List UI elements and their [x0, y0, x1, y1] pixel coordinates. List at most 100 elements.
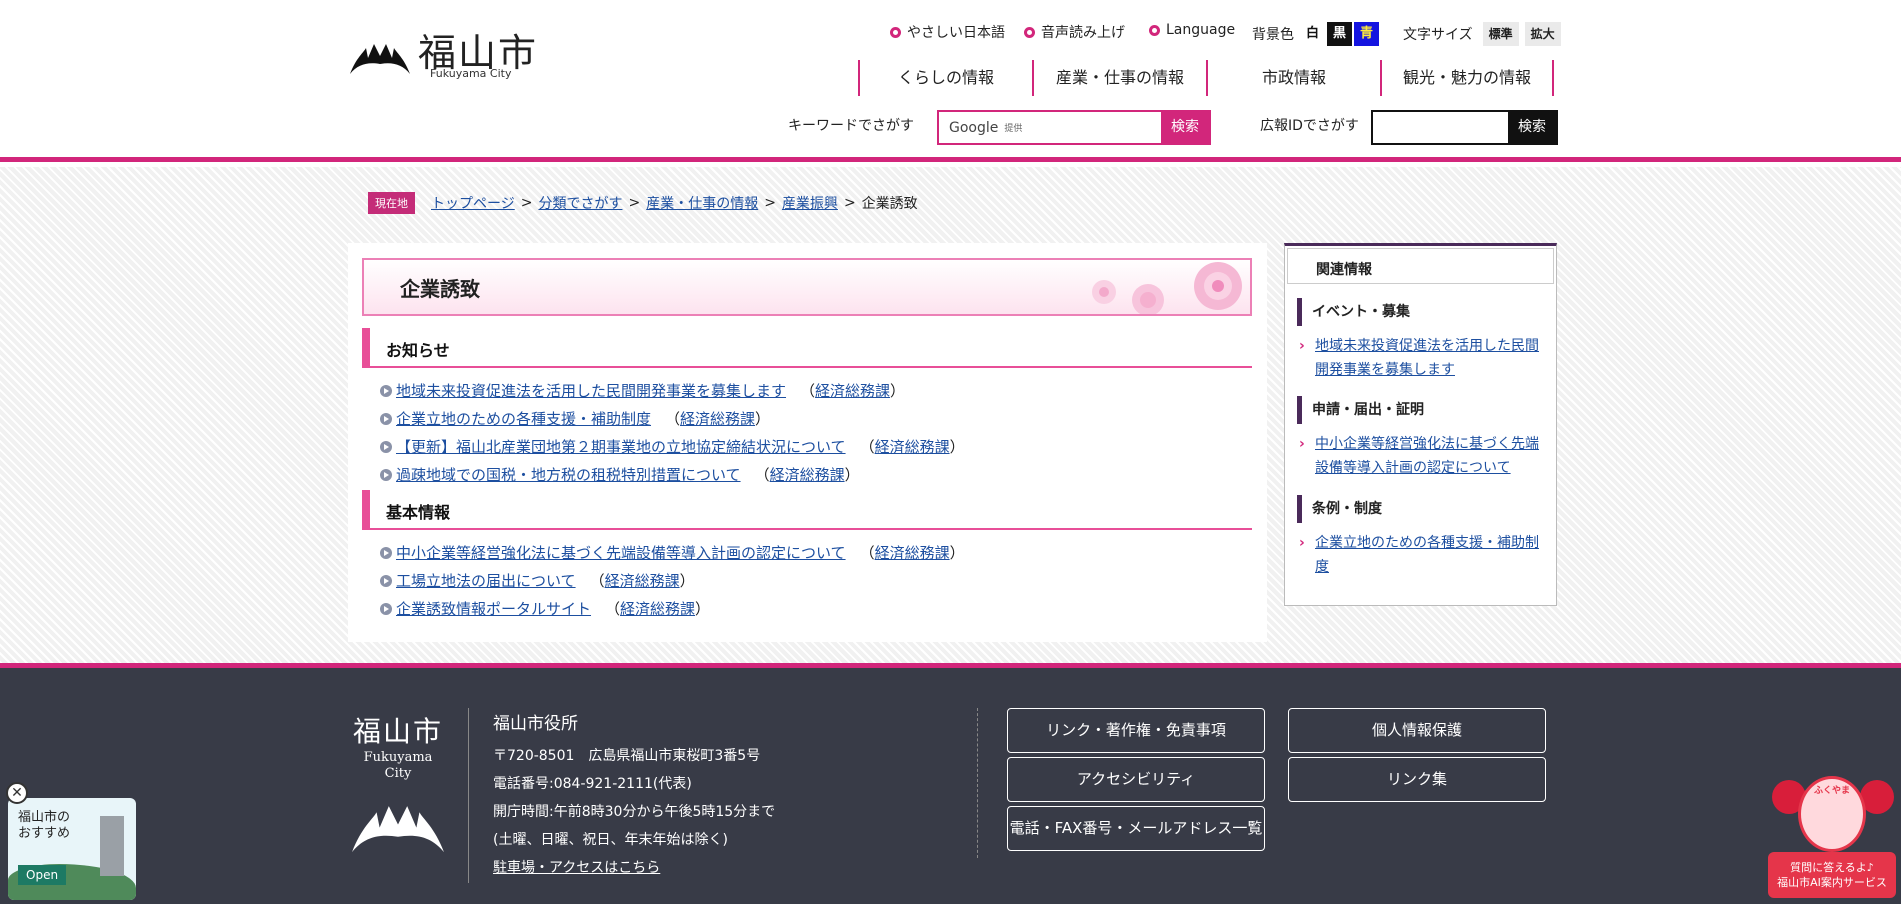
id-search-box: 検索 — [1371, 110, 1558, 145]
background-color-switcher: 背景色 白 黒 青 — [1252, 22, 1379, 46]
bg-white-button[interactable]: 白 — [1300, 22, 1325, 46]
arrow-bullet-icon — [380, 547, 392, 559]
nav-industry[interactable]: 産業・仕事の情報 — [1032, 60, 1206, 96]
news-link[interactable]: 企業立地のための各種支援・補助制度 — [396, 405, 651, 433]
footer-contact-info: 福山市役所 〒720-8501 広島県福山市東桜町3番5号 電話番号:084-9… — [493, 710, 775, 882]
language-link[interactable]: Language — [1149, 22, 1235, 38]
breadcrumb-separator: > — [843, 195, 856, 211]
footer-divider — [468, 708, 469, 883]
size-large-button[interactable]: 拡大 — [1524, 22, 1561, 46]
google-search-box: Google 提供 検索 — [937, 110, 1211, 145]
breadcrumb-link-industry[interactable]: 産業・仕事の情報 — [646, 193, 758, 213]
sidebar-link[interactable]: 中小企業等経営強化法に基づく先端設備等導入計画の認定について — [1299, 432, 1547, 480]
keyword-search-label: キーワードでさがす — [788, 118, 914, 134]
arrow-bullet-icon — [380, 441, 392, 453]
list-item: 過疎地域での国税・地方税の租税特別措置について （経済総務課） — [380, 461, 965, 489]
bg-black-button[interactable]: 黒 — [1327, 22, 1352, 46]
related-info-sidebar: 関連情報 イベント・募集 地域未来投資促進法を活用した民間開発事業を募集します … — [1284, 243, 1557, 606]
ai-guide-caption: 質問に答えるよ♪ 福山市AI案内サービス — [1768, 852, 1896, 898]
office-address: 〒720-8501 広島県福山市東桜町3番5号 — [493, 748, 761, 764]
arrow-bullet-icon — [380, 413, 392, 425]
ai-guide-widget[interactable]: ふくやま 質問に答えるよ♪ 福山市AI案内サービス — [1768, 770, 1896, 898]
rose-decoration-icon — [1092, 262, 1242, 314]
footer-link-copyright[interactable]: リンク・著作権・免責事項 — [1007, 708, 1265, 753]
recommend-open-button[interactable]: Open — [18, 865, 67, 885]
mascot-icon: ふくやま — [1798, 776, 1866, 852]
info-link[interactable]: 中小企業等経営強化法に基づく先端設備等導入計画の認定について — [396, 539, 846, 567]
list-item: 企業誘致情報ポータルサイト （経済総務課） — [380, 595, 965, 623]
office-phone: 電話番号:084-921-2111(代表) — [493, 776, 692, 792]
footer-link-contacts[interactable]: 電話・FAX番号・メールアドレス一覧 — [1007, 806, 1265, 851]
tower-image — [100, 816, 124, 876]
breadcrumb-tag: 現在地 — [368, 192, 415, 214]
footer-logo: 福山市 Fukuyama City — [348, 710, 448, 860]
breadcrumb-current: 企業誘致 — [861, 196, 918, 212]
list-item: 工場立地法の届出について （経済総務課） — [380, 567, 965, 595]
sidebar-heading: 関連情報 — [1287, 248, 1554, 284]
size-normal-button[interactable]: 標準 — [1482, 22, 1519, 46]
page-title-box: 企業誘致 — [362, 258, 1252, 316]
footer-dashed-divider — [977, 708, 978, 858]
section-heading-news: お知らせ — [362, 328, 1252, 368]
dept-link[interactable]: 経済総務課 — [620, 600, 695, 618]
site-footer: 福山市 Fukuyama City 福山市役所 〒720-8501 広島県福山市… — [0, 663, 1901, 904]
breadcrumb-link-promotion[interactable]: 産業振興 — [782, 193, 838, 213]
nav-tourism[interactable]: 観光・魅力の情報 — [1380, 60, 1554, 96]
dept-link[interactable]: 経済総務課 — [875, 438, 950, 456]
office-hours-note: (土曜、日曜、祝日、年末年始は除く) — [493, 832, 728, 848]
list-item: 企業立地のための各種支援・補助制度 （経済総務課） — [380, 405, 965, 433]
dept-link[interactable]: 経済総務課 — [815, 382, 890, 400]
arrow-bullet-icon — [380, 385, 392, 397]
main-area: 現在地 トップページ > 分類でさがす > 産業・仕事の情報 > 産業振興 > … — [0, 167, 1901, 663]
news-link[interactable]: 過疎地域での国税・地方税の租税特別措置について — [396, 461, 741, 489]
close-icon[interactable]: ✕ — [6, 782, 28, 804]
info-link[interactable]: 工場立地法の届出について — [396, 567, 576, 595]
news-link[interactable]: 【更新】福山北産業団地第２期事業地の立地協定締結状況について — [396, 433, 846, 461]
page-title: 企業誘致 — [400, 277, 480, 301]
news-list: 地域未来投資促進法を活用した民間開発事業を募集します （経済総務課） 企業立地のた… — [380, 377, 965, 489]
news-link[interactable]: 地域未来投資促進法を活用した民間開発事業を募集します — [396, 377, 786, 405]
info-link[interactable]: 企業誘致情報ポータルサイト — [396, 595, 591, 623]
nav-municipal[interactable]: 市政情報 — [1206, 60, 1380, 96]
access-link[interactable]: 駐車場・アクセスはこちら — [493, 860, 660, 876]
breadcrumb-separator: > — [520, 195, 533, 211]
dept-link[interactable]: 経済総務課 — [875, 544, 950, 562]
bg-blue-button[interactable]: 青 — [1354, 22, 1379, 46]
sidebar-link[interactable]: 地域未来投資促進法を活用した民間開発事業を募集します — [1299, 334, 1547, 382]
list-item: 【更新】福山北産業団地第２期事業地の立地協定締結状況について （経済総務課） — [380, 433, 965, 461]
arrow-bullet-icon — [380, 575, 392, 587]
breadcrumb: 現在地 トップページ > 分類でさがす > 産業・仕事の情報 > 産業振興 > … — [368, 192, 918, 214]
id-search-button[interactable]: 検索 — [1508, 112, 1556, 143]
breadcrumb-link-category[interactable]: 分類でさがす — [538, 193, 622, 213]
footer-link-privacy[interactable]: 個人情報保護 — [1288, 708, 1546, 753]
id-search-input[interactable] — [1373, 112, 1508, 143]
dept-link[interactable]: 経済総務課 — [770, 466, 845, 484]
sidebar-group-title: イベント・募集 — [1297, 298, 1410, 326]
google-search-button[interactable]: 検索 — [1161, 112, 1209, 143]
nav-living[interactable]: くらしの情報 — [858, 60, 1032, 96]
logo-subtext: Fukuyama City — [430, 67, 512, 80]
easy-japanese-link[interactable]: やさしい日本語 — [890, 22, 1005, 42]
breadcrumb-separator: > — [764, 195, 776, 211]
voice-reader-link[interactable]: 音声読み上げ — [1024, 22, 1125, 42]
recommend-widget[interactable]: 福山市の おすすめ Open — [8, 798, 136, 900]
footer-link-links[interactable]: リンク集 — [1288, 757, 1546, 802]
footer-link-accessibility[interactable]: アクセシビリティ — [1007, 757, 1265, 802]
office-hours: 開庁時間:午前8時30分から午後5時15分まで — [493, 804, 776, 820]
arrow-bullet-icon — [380, 603, 392, 615]
basic-info-list: 中小企業等経営強化法に基づく先端設備等導入計画の認定について （経済総務課） 工場… — [380, 539, 965, 623]
dept-link[interactable]: 経済総務課 — [680, 410, 755, 428]
fukuyama-bat-logo-icon[interactable] — [348, 34, 412, 76]
arrow-bullet-icon — [380, 469, 392, 481]
google-search-input[interactable]: Google 提供 — [939, 112, 1161, 143]
recommend-title: 福山市の おすすめ — [18, 810, 71, 841]
breadcrumb-link-top[interactable]: トップページ — [431, 193, 515, 213]
sidebar-group-title: 条例・制度 — [1297, 495, 1382, 523]
footer-bat-logo-icon — [352, 806, 444, 853]
bg-color-label: 背景色 — [1252, 27, 1294, 43]
dept-link[interactable]: 経済総務課 — [605, 572, 680, 590]
global-nav: くらしの情報 産業・仕事の情報 市政情報 観光・魅力の情報 — [858, 60, 1554, 96]
site-header: 福山市 Fukuyama City やさしい日本語 音声読み上げ Languag… — [0, 0, 1901, 162]
sidebar-link[interactable]: 企業立地のための各種支援・補助制度 — [1299, 531, 1547, 579]
list-item: 中小企業等経営強化法に基づく先端設備等導入計画の認定について （経済総務課） — [380, 539, 965, 567]
